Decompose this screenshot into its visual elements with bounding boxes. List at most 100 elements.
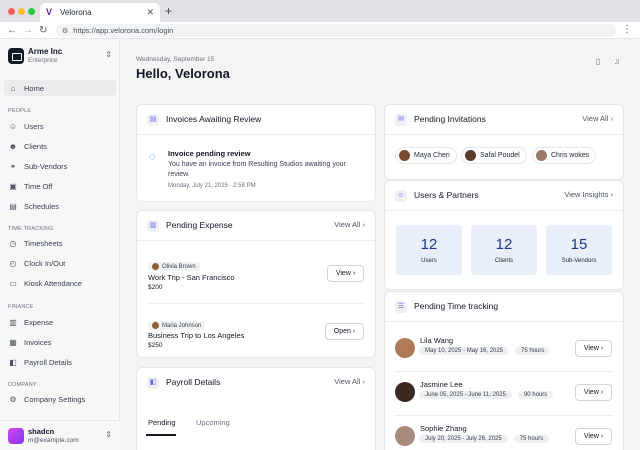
sidebar-item-clients[interactable]: ☻ Clients [4,138,116,154]
view-insights-label: View Insights [564,190,609,199]
avatar [8,428,24,444]
card-header: ▥ Pending Expense View All › [137,211,375,241]
document-icon[interactable]: ▯ [591,55,605,69]
clients-icon: ☻ [8,141,18,151]
card-header: ▤ Invoices Awaiting Review [137,105,375,135]
sidebar-item-time-off[interactable]: ▣ Time Off [4,178,116,194]
sidebar-item-label: Sub-Vendors [24,161,68,171]
view-timesheet-button[interactable]: View › [575,340,612,357]
new-tab-icon[interactable]: + [165,5,172,17]
row-meta: June 05, 2025 - June 11, 2025 90 hours [419,391,554,399]
notification-title: Invoice pending review [168,149,251,158]
button-label: View [583,389,599,396]
sidebar-item-label: Home [24,83,45,93]
sidebar-item-label: Clock In/Out [24,258,66,268]
chevron-updown-icon: ⇕ [105,50,112,59]
view-all-link[interactable]: View All › [334,220,365,229]
invoice-icon: ▦ [9,337,17,347]
tab-pending[interactable]: Pending [148,418,176,427]
browser-menu-icon[interactable]: ⋮ [622,24,632,35]
tab-upcoming[interactable]: Upcoming [196,418,230,427]
button-label: View [583,345,599,352]
sidebar-item-sub-vendors[interactable]: ⚭ Sub-Vendors [4,158,116,174]
sidebar-item-label: Company Settings [24,394,86,404]
loading-icon: ◌ [149,151,156,163]
card-title: Pending Invitations [414,114,486,124]
view-timesheet-button[interactable]: View › [575,384,612,401]
org-switcher[interactable]: Arme Inc Enterprice ⇕ [8,47,114,67]
forward-arrow-icon[interactable]: → [23,24,33,37]
button-label: View [335,270,351,277]
employee-name: Jasmine Lee [420,380,463,389]
avatar [395,382,415,402]
main-content: Wednesday, September 15 Hello, Velorona … [120,39,640,450]
avatar [152,322,159,329]
tab-close-icon[interactable]: ✕ [146,7,154,18]
avatar [465,150,476,161]
stat-label: Sub-Vendors [561,258,597,264]
sidebar-item-schedules[interactable]: ▤ Schedules [4,198,116,214]
sidebar-item-label: Timesheets [24,238,63,248]
org-logo-icon [8,48,24,64]
invoice-icon: ▤ [147,114,159,126]
timetracking-card: ☰ Pending Time tracking Lila Wang May 10… [384,291,624,450]
person-tag: Olivia Brown [148,262,200,271]
person-tag: Maria Johnson [148,321,206,330]
invitation-chip[interactable]: Maya Chen [395,147,457,164]
sidebar-item-payroll[interactable]: ◧ Payroll Details [4,354,116,370]
avatar [399,150,410,161]
invitee-name: Chris wokes [551,152,590,159]
window-maximize-button[interactable] [28,8,35,15]
sidebar-item-invoices[interactable]: ▦ Invoices [4,334,116,350]
user-menu[interactable]: shadcn m@example.com ⇕ [0,420,120,450]
view-all-link[interactable]: View All › [334,377,365,386]
sidebar-item-timesheets[interactable]: ◷ Timesheets [4,235,116,251]
sidebar-item-clock[interactable]: ◴ Clock In/Out [4,255,116,271]
org-plan: Enterprice [28,57,58,64]
users-icon: ☺ [395,190,407,202]
invitee-name: Safal Poudel [480,152,520,159]
stat-clients: 12 Clients [471,225,537,275]
card-header: ✉ Pending Invitations View All › [385,105,623,135]
sidebar-item-company-settings[interactable]: ⚙ Company Settings [4,391,116,407]
user-email: m@example.com [28,437,79,444]
sidebar-item-users[interactable]: ☺ Users [4,118,116,134]
sidebar-item-label: Schedules [24,201,60,211]
stat-label: Clients [494,258,514,264]
back-arrow-icon[interactable]: ← [7,24,17,37]
sidebar-item-expense[interactable]: ▥ Expense [4,314,116,330]
sidebar-item-label: Payroll Details [24,357,72,367]
invitation-chip[interactable]: Safal Poudel [461,147,527,164]
table-row: Sophie Zhang July 20, 2025 - July 26, 20… [385,415,623,450]
partners-card: ☺ Users & Partners View Insights › 12 Us… [384,180,624,290]
url-text: https://app.velorona.com/login [73,26,174,35]
browser-tab[interactable]: V Velorona ✕ [40,3,160,22]
section-label-company: COMPANY [8,382,37,388]
chevron-updown-icon: ⇕ [105,430,112,439]
view-insights-link[interactable]: View Insights › [564,190,613,199]
sidebar-item-label: Kiosk Attendance [24,278,82,288]
expense-title: Work Trip - San Francisco [148,273,235,282]
reload-icon[interactable]: ↻ [39,24,47,37]
sidebar-item-kiosk[interactable]: ▭ Kiosk Attendance [4,275,116,291]
view-timesheet-button[interactable]: View › [575,428,612,445]
view-all-link[interactable]: View All › [582,114,613,123]
bell-icon[interactable]: ♫ [610,55,624,69]
list-icon: ☰ [395,301,407,313]
view-expense-button[interactable]: View › [327,265,364,282]
kiosk-icon: ▭ [9,278,17,288]
expense-icon: ▥ [147,220,159,232]
payroll-card: ◧ Payroll Details View All › Pending Upc… [136,367,376,450]
invitation-chip[interactable]: Chris wokes [532,147,597,164]
window-minimize-button[interactable] [18,8,25,15]
notification-body: You have an invoice from Resulting Studi… [168,161,346,178]
table-row: Jasmine Lee June 05, 2025 - June 11, 202… [385,371,623,415]
address-bar[interactable]: ⚙ https://app.velorona.com/login [56,24,616,37]
window-close-button[interactable] [8,8,15,15]
expense-amount: $200 [148,284,163,291]
open-expense-button[interactable]: Open › [325,323,364,340]
sidebar-item-home[interactable]: ⌂ Home [4,80,116,96]
expense-icon: ▥ [9,317,17,327]
site-info-icon[interactable]: ⚙ [62,27,68,35]
view-all-label: View All [582,114,609,123]
